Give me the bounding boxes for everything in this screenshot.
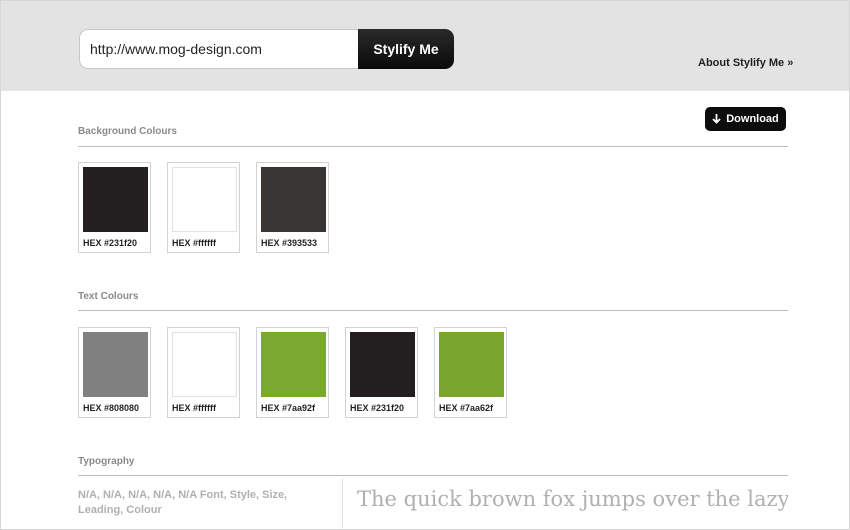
hex-label: HEX #393533 bbox=[261, 238, 318, 248]
hex-label: HEX #231f20 bbox=[350, 403, 405, 413]
color-chip bbox=[261, 332, 326, 397]
hex-label: HEX #808080 bbox=[83, 403, 140, 413]
header-bar: Stylify Me About Stylify Me » bbox=[1, 1, 849, 91]
url-input[interactable] bbox=[79, 29, 362, 69]
background-colours-title: Background Colours bbox=[78, 126, 177, 137]
typography-sample: The quick brown fox jumps over the lazy … bbox=[357, 487, 788, 511]
hex-label: HEX #7aa92f bbox=[261, 403, 316, 413]
download-button[interactable]: Download bbox=[705, 107, 786, 131]
typography-meta: N/A, N/A, N/A, N/A, N/A Font, Style, Siz… bbox=[78, 489, 288, 516]
typography-divider bbox=[342, 478, 343, 530]
color-chip bbox=[172, 332, 237, 397]
arrow-down-icon bbox=[712, 114, 721, 124]
color-swatch: HEX #393533 bbox=[256, 162, 329, 253]
color-chip bbox=[439, 332, 504, 397]
hex-label: HEX #231f20 bbox=[83, 238, 138, 248]
color-swatch: HEX #231f20 bbox=[345, 327, 418, 418]
hex-label: HEX #7aa62f bbox=[439, 403, 494, 413]
section-divider bbox=[78, 475, 788, 476]
color-swatch: HEX #ffffff bbox=[167, 327, 240, 418]
color-chip bbox=[261, 167, 326, 232]
typography-title: Typography bbox=[78, 456, 135, 467]
download-label: Download bbox=[726, 113, 779, 125]
stylify-me-button[interactable]: Stylify Me bbox=[358, 29, 454, 69]
hex-label: HEX #ffffff bbox=[172, 238, 216, 248]
about-stylify-me-link[interactable]: About Stylify Me » bbox=[698, 57, 793, 69]
color-chip bbox=[350, 332, 415, 397]
color-swatch: HEX #231f20 bbox=[78, 162, 151, 253]
color-swatch: HEX #7aa92f bbox=[256, 327, 329, 418]
section-divider bbox=[78, 310, 788, 311]
text-swatch-list: HEX #808080 HEX #ffffff HEX #7aa92f HEX #23… bbox=[78, 327, 507, 418]
color-chip bbox=[83, 332, 148, 397]
text-colours-title: Text Colours bbox=[78, 291, 139, 302]
background-swatch-list: HEX #231f20 HEX #ffffff HEX #393533 bbox=[78, 162, 329, 253]
color-chip bbox=[83, 167, 148, 232]
color-swatch: HEX #ffffff bbox=[167, 162, 240, 253]
color-swatch: HEX #7aa62f bbox=[434, 327, 507, 418]
color-chip bbox=[172, 167, 237, 232]
hex-label: HEX #ffffff bbox=[172, 403, 216, 413]
color-swatch: HEX #808080 bbox=[78, 327, 151, 418]
section-divider bbox=[78, 146, 788, 147]
